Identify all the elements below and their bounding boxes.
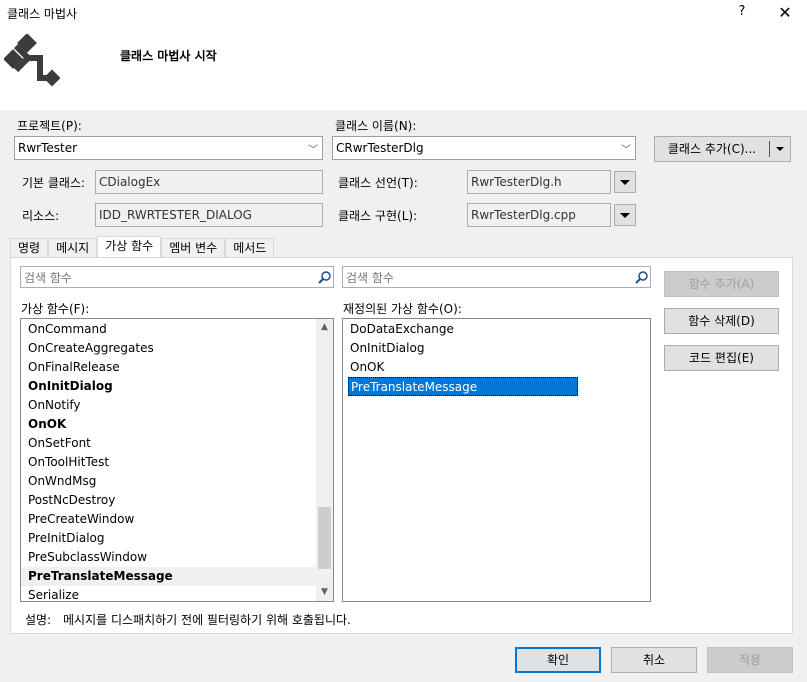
list-item[interactable]: OnFinalRelease xyxy=(21,358,318,377)
banner-title: 클래스 마법사 시작 xyxy=(120,49,217,63)
search-left-placeholder: 검색 함수 xyxy=(24,270,72,285)
class-decl-field: RwrTesterDlg.h xyxy=(467,170,611,194)
description-text: 메시지를 디스패치하기 전에 필터링하기 위해 호출됩니다. xyxy=(63,613,351,627)
apply-button[interactable]: 적용 xyxy=(707,647,793,673)
list-item[interactable]: OnOK xyxy=(343,358,650,377)
tab-strip: 명령 메시지 가상 함수 멤버 변수 메서드 xyxy=(10,236,275,258)
class-name-value: CRwrTesterDlg xyxy=(336,141,424,155)
class-name-label: 클래스 이름(N): xyxy=(335,119,417,133)
window-title: 클래스 마법사 xyxy=(7,7,78,21)
class-impl-field: RwrTesterDlg.cpp xyxy=(467,203,611,227)
list-item[interactable]: Serialize xyxy=(21,586,318,601)
tab-methods[interactable]: 메서드 xyxy=(225,238,275,258)
search-icon[interactable] xyxy=(632,270,650,284)
description-label: 설명: xyxy=(25,613,52,627)
class-decl-label: 클래스 선언(T): xyxy=(338,176,418,190)
list-item[interactable]: OnCommand xyxy=(21,320,318,339)
scrollbar-thumb[interactable] xyxy=(318,507,331,569)
overridden-functions-list[interactable]: DoDataExchange OnInitDialog OnOK PreTransla… xyxy=(342,318,651,602)
list-item[interactable]: PreTranslateMessage xyxy=(348,377,578,396)
base-class-field: CDialogEx xyxy=(95,170,323,194)
virtual-functions-label: 가상 함수(F): xyxy=(21,302,90,316)
cancel-button[interactable]: 취소 xyxy=(611,647,697,673)
add-function-button[interactable]: 함수 추가(A) xyxy=(664,271,779,297)
project-combo[interactable]: RwrTester ﹀ xyxy=(14,136,323,160)
edit-code-button[interactable]: 코드 편집(E) xyxy=(664,345,779,371)
resource-label: 리소스: xyxy=(22,209,60,223)
search-left-input[interactable]: 검색 함수 xyxy=(20,266,334,288)
add-class-label: 클래스 추가(C)... xyxy=(667,142,757,156)
list-item[interactable]: OnWndMsg xyxy=(21,472,318,491)
base-class-label: 기본 클래스: xyxy=(22,176,86,190)
chevron-down-icon: ﹀ xyxy=(308,144,318,156)
list-item[interactable]: PreInitDialog xyxy=(21,529,318,548)
tab-virtual-functions[interactable]: 가상 함수 xyxy=(97,236,162,258)
virtual-functions-items: OnCommand OnCreateAggregates OnFinalReleas… xyxy=(21,319,318,601)
list-item[interactable]: OnNotify xyxy=(21,396,318,415)
list-item[interactable]: OnInitDialog xyxy=(343,339,650,358)
search-right-input[interactable]: 검색 함수 xyxy=(342,266,651,288)
scroll-up-icon[interactable]: ▲ xyxy=(316,319,333,336)
scroll-down-icon[interactable]: ▼ xyxy=(316,584,333,601)
close-button[interactable]: ✕ xyxy=(777,3,793,22)
class-wizard-logo-icon xyxy=(3,33,61,90)
triangle-down-icon xyxy=(620,179,630,185)
list-item[interactable]: OnToolHitTest xyxy=(21,453,318,472)
search-icon[interactable] xyxy=(315,270,333,284)
delete-function-button[interactable]: 함수 삭제(D) xyxy=(664,308,779,334)
triangle-down-icon xyxy=(620,212,630,218)
list-item[interactable]: PostNcDestroy xyxy=(21,491,318,510)
add-class-button[interactable]: 클래스 추가(C)... xyxy=(654,136,791,162)
list-item[interactable]: OnInitDialog xyxy=(21,377,318,396)
list-item[interactable]: DoDataExchange xyxy=(343,320,650,339)
tab-commands[interactable]: 명령 xyxy=(10,238,49,258)
overridden-functions-label: 재정의된 가상 함수(O): xyxy=(343,302,462,316)
help-button[interactable]: ? xyxy=(735,4,749,20)
project-value: RwrTester xyxy=(18,141,78,155)
list-item[interactable]: OnSetFont xyxy=(21,434,318,453)
list-item[interactable]: OnCreateAggregates xyxy=(21,339,318,358)
overridden-functions-items: DoDataExchange OnInitDialog OnOK PreTransla… xyxy=(343,319,650,396)
class-impl-dropdown-button[interactable] xyxy=(614,204,636,226)
list-item[interactable]: PreCreateWindow xyxy=(21,510,318,529)
class-name-combo[interactable]: CRwrTesterDlg ﹀ xyxy=(332,136,636,160)
list-item[interactable]: PreSubclassWindow xyxy=(21,548,318,567)
list-item[interactable]: OnOK xyxy=(21,415,318,434)
class-impl-label: 클래스 구현(L): xyxy=(338,209,418,223)
tab-messages[interactable]: 메시지 xyxy=(48,238,98,258)
virtual-functions-list[interactable]: OnCommand OnCreateAggregates OnFinalReleas… xyxy=(20,318,334,602)
vertical-scrollbar[interactable]: ▲ ▼ xyxy=(316,319,333,601)
project-label: 프로젝트(P): xyxy=(17,119,82,133)
search-right-placeholder: 검색 함수 xyxy=(346,270,394,285)
chevron-down-icon: ﹀ xyxy=(621,144,631,156)
ok-button[interactable]: 확인 xyxy=(515,647,601,673)
tab-member-variables[interactable]: 멤버 변수 xyxy=(161,238,226,258)
class-decl-dropdown-button[interactable] xyxy=(614,171,636,193)
list-item[interactable]: PreTranslateMessage xyxy=(21,567,318,586)
dropdown-arrow-icon[interactable] xyxy=(770,137,790,161)
resource-field: IDD_RWRTESTER_DIALOG xyxy=(95,203,323,227)
